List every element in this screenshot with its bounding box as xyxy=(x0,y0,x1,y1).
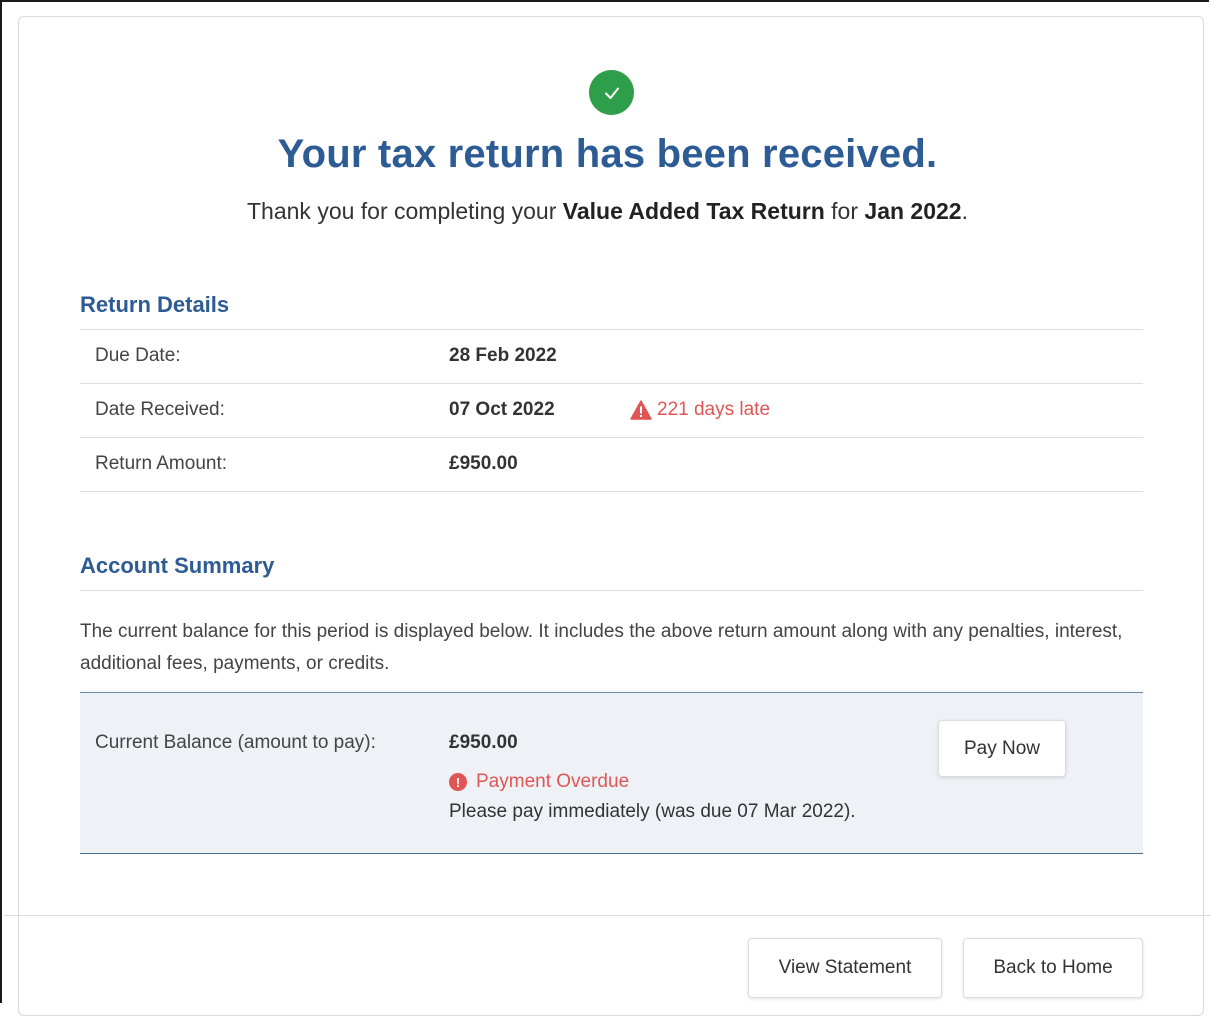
current-balance-value: £950.00 xyxy=(449,732,518,753)
balance-panel: Current Balance (amount to pay): £950.00… xyxy=(80,692,1143,854)
subtitle-suffix: . xyxy=(961,198,968,224)
warning-triangle-icon xyxy=(630,400,652,420)
late-notice-text: 221 days late xyxy=(657,399,771,420)
divider xyxy=(80,383,1143,384)
return-amount-value: £950.00 xyxy=(449,453,518,474)
return-period: Jan 2022 xyxy=(864,198,962,224)
due-date-label: Due Date: xyxy=(95,345,181,366)
divider xyxy=(80,491,1143,492)
page-frame: Your tax return has been received. Thank… xyxy=(0,0,1211,1016)
payment-overdue-label: Payment Overdue xyxy=(476,771,630,792)
current-balance-label: Current Balance (amount to pay): xyxy=(95,732,376,753)
date-received-value: 07 Oct 2022 xyxy=(449,399,555,420)
subtitle-prefix: Thank you for completing your xyxy=(247,198,563,224)
page-title: Your tax return has been received. xyxy=(277,132,938,176)
divider xyxy=(80,590,1143,591)
due-date-value: 28 Feb 2022 xyxy=(449,345,557,366)
subtitle-middle: for xyxy=(824,198,865,224)
exclamation-circle-icon: ! xyxy=(449,773,467,791)
return-type: Value Added Tax Return xyxy=(562,198,825,224)
payment-overdue-status: ! Payment Overdue xyxy=(449,771,629,793)
pay-note: Please pay immediately (was due 07 Mar 2… xyxy=(449,801,856,822)
return-amount-label: Return Amount: xyxy=(95,453,228,474)
footer-divider xyxy=(4,915,1211,916)
return-details-heading: Return Details xyxy=(80,292,230,317)
divider xyxy=(80,437,1143,438)
date-received-label: Date Received: xyxy=(95,399,225,420)
divider xyxy=(80,329,1143,330)
account-summary-heading: Account Summary xyxy=(80,553,275,578)
balance-description: The current balance for this period is d… xyxy=(80,621,1123,674)
confirmation-message: Thank you for completing your Value Adde… xyxy=(2,198,1211,225)
late-notice: 221 days late xyxy=(630,399,770,421)
back-to-home-button[interactable]: Back to Home xyxy=(963,938,1143,998)
pay-now-button[interactable]: Pay Now xyxy=(938,720,1066,777)
view-statement-button[interactable]: View Statement xyxy=(748,938,942,998)
check-circle-icon xyxy=(589,70,634,115)
